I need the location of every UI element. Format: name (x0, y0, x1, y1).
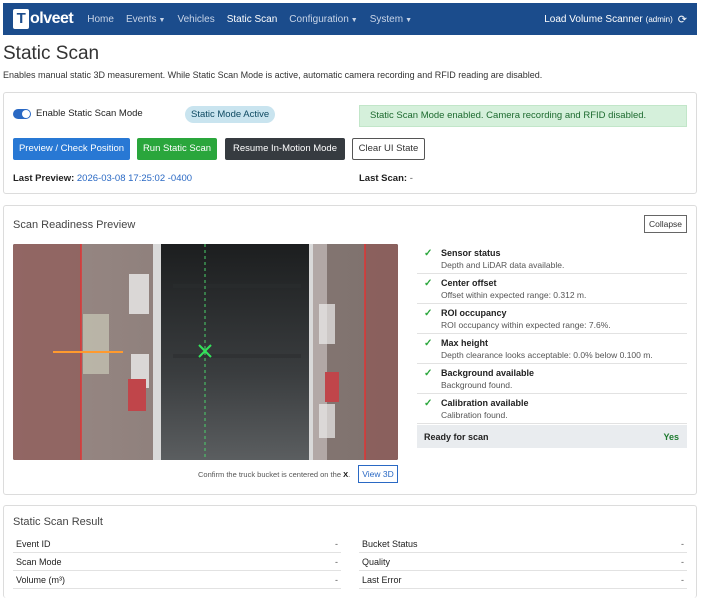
caret-down-icon: ▼ (158, 16, 166, 24)
check-icon: ✓ (424, 338, 433, 349)
logo-text: olveet (30, 10, 74, 27)
check-sensor-status: ✓ Sensor status Depth and LiDAR data ava… (417, 244, 687, 274)
collapse-button[interactable]: Collapse (644, 215, 687, 233)
caret-down-icon: ▼ (405, 16, 412, 24)
static-mode-toggle-label: Enable Static Scan Mode (36, 108, 143, 119)
last-scan-value: - (409, 173, 413, 184)
static-mode-toggle-row[interactable]: Enable Static Scan Mode (13, 108, 143, 119)
success-alert: Static Scan Mode enabled. Camera recordi… (359, 105, 687, 127)
result-row-quality: Quality - (359, 553, 687, 571)
top-navbar: T olveet Home Events ▼ Vehicles Static Sc… (3, 3, 697, 35)
check-icon: ✓ (424, 308, 433, 319)
view-3d-button[interactable]: View 3D (358, 465, 398, 483)
check-max-height: ✓ Max height Depth clearance looks accep… (417, 334, 687, 364)
last-preview-value[interactable]: 2026-03-08 17:25:02 -0400 (77, 173, 192, 184)
readiness-checklist: ✓ Sensor status Depth and LiDAR data ava… (417, 244, 687, 448)
clear-ui-button[interactable]: Clear UI State (352, 138, 425, 160)
last-preview: Last Preview: 2026-03-08 17:25:02 -0400 (13, 173, 193, 184)
readiness-card: Scan Readiness Preview Collapse Confirm … (3, 205, 697, 495)
ready-status-row: Ready for scan Yes (417, 425, 687, 448)
page-title: Static Scan (3, 43, 100, 64)
check-center-offset: ✓ Center offset Offset within expected r… (417, 274, 687, 304)
check-icon: ✓ (424, 248, 433, 259)
preview-button[interactable]: Preview / Check Position (13, 138, 130, 160)
brand-logo[interactable]: T olveet (13, 9, 74, 29)
check-background: ✓ Background available Background found. (417, 364, 687, 394)
nav-item-home[interactable]: Home (87, 14, 114, 25)
last-scan: Last Scan: - (359, 173, 413, 184)
result-card: Static Scan Result Event ID - Scan Mode … (3, 505, 697, 598)
readiness-title: Scan Readiness Preview (13, 219, 136, 231)
result-row-event-id: Event ID - (13, 535, 341, 553)
nav-menu: Home Events ▼ Vehicles Static Scan Config… (87, 14, 424, 25)
check-roi-occupancy: ✓ ROI occupancy ROI occupancy within exp… (417, 304, 687, 334)
nav-item-events[interactable]: Events ▼ (126, 14, 166, 25)
app-name: Load Volume Scanner (544, 13, 643, 25)
caret-down-icon: ▼ (350, 16, 358, 24)
check-calibration: ✓ Calibration available Calibration foun… (417, 394, 687, 424)
camera-preview-image (13, 244, 398, 460)
camera-preview-svg (13, 244, 398, 460)
status-badge: Static Mode Active (185, 106, 276, 123)
nav-item-configuration[interactable]: Configuration ▼ (289, 14, 357, 25)
preview-caption: Confirm the truck bucket is centered on … (198, 470, 351, 479)
resume-motion-button[interactable]: Resume In-Motion Mode (225, 138, 345, 160)
result-title: Static Scan Result (13, 516, 103, 528)
logo-letter: T (13, 9, 29, 29)
check-icon: ✓ (424, 398, 433, 409)
page-description: Enables manual static 3D measurement. Wh… (3, 70, 543, 80)
static-mode-toggle[interactable] (13, 108, 31, 119)
check-icon: ✓ (424, 278, 433, 289)
nav-item-system[interactable]: System ▼ (370, 14, 412, 25)
ready-label: Ready for scan (424, 432, 489, 442)
user-label: (admin) (645, 14, 673, 24)
run-scan-button[interactable]: Run Static Scan (137, 138, 217, 160)
controls-card: Enable Static Scan Mode Static Mode Acti… (3, 92, 697, 194)
result-row-scan-mode: Scan Mode - (13, 553, 341, 571)
check-icon: ✓ (424, 368, 433, 379)
nav-right: Load Volume Scanner (admin) ⟳ (544, 13, 687, 26)
ready-value: Yes (663, 432, 679, 442)
result-row-volume: Volume (m³) - (13, 571, 341, 589)
refresh-icon[interactable]: ⟳ (678, 13, 687, 26)
result-row-last-error: Last Error - (359, 571, 687, 589)
nav-item-static-scan[interactable]: Static Scan (227, 14, 278, 25)
nav-item-vehicles[interactable]: Vehicles (177, 14, 214, 25)
result-row-bucket-status: Bucket Status - (359, 535, 687, 553)
